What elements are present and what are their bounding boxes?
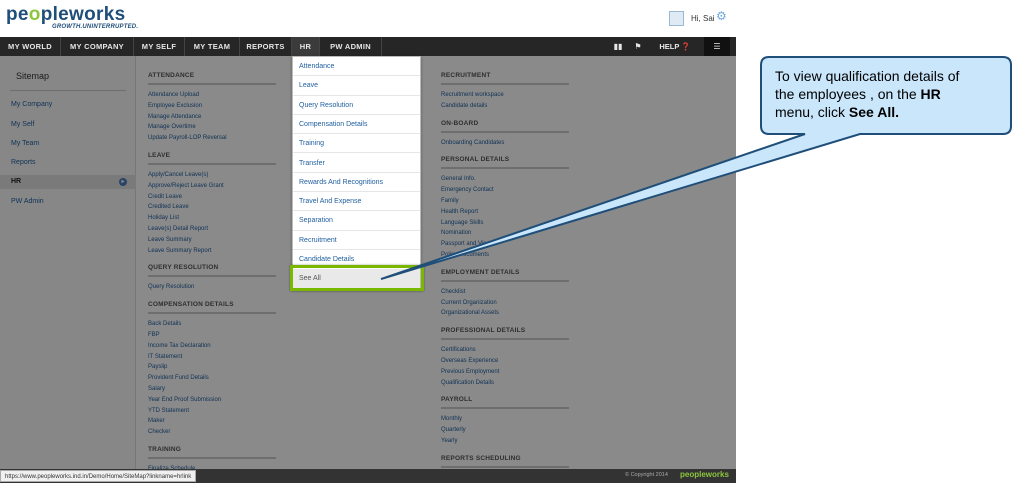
gear-icon[interactable]: ⚙ bbox=[716, 10, 727, 22]
callout-text-part: the employees , on the bbox=[775, 86, 921, 102]
dropdown-item-transfer[interactable]: Transfer bbox=[293, 154, 420, 173]
callout-line: menu, click See All. bbox=[775, 103, 1012, 121]
dropdown-item-separation[interactable]: Separation bbox=[293, 211, 420, 231]
dropdown-item-rewards[interactable]: Rewards And Recognitions bbox=[293, 173, 420, 193]
footer-logo: peopleworks bbox=[680, 470, 729, 479]
nav-hr[interactable]: HR bbox=[292, 37, 320, 56]
callout-line: To view qualification details of bbox=[775, 68, 960, 84]
logo[interactable]: peopleworks GROWTH.UNINTERRUPTED. bbox=[6, 5, 139, 31]
copyright-text: © Copyright 2014 bbox=[625, 472, 668, 478]
help-button[interactable]: HELP ❓ bbox=[650, 37, 700, 56]
nav-reports[interactable]: REPORTS bbox=[240, 37, 292, 56]
help-label: HELP bbox=[659, 42, 680, 51]
menu-toggle-icon[interactable]: ☰ bbox=[704, 37, 730, 56]
logo-part: pleworks bbox=[40, 4, 126, 25]
logo-wordmark: peopleworks bbox=[6, 5, 138, 25]
see-all-highlight bbox=[290, 265, 424, 291]
nav-my-self[interactable]: MY SELF bbox=[134, 37, 185, 56]
main-nav: MY WORLD MY COMPANY MY SELF MY TEAM REPO… bbox=[0, 37, 736, 56]
avatar[interactable] bbox=[669, 11, 684, 26]
flag-icon[interactable]: ⚑ bbox=[628, 37, 648, 56]
stage: peopleworks GROWTH.UNINTERRUPTED. Hi, Sa… bbox=[0, 0, 1012, 483]
dropdown-item-training[interactable]: Training bbox=[293, 134, 420, 154]
logo-part: pe bbox=[6, 4, 29, 25]
help-icon: ❓ bbox=[681, 42, 691, 51]
app-window: peopleworks GROWTH.UNINTERRUPTED. Hi, Sa… bbox=[0, 0, 736, 483]
user-greeting: Hi, Sai bbox=[691, 14, 715, 23]
dropdown-item-attendance[interactable]: Attendance bbox=[293, 57, 420, 77]
hr-dropdown-menu: Attendance Leave Query Resolution Compen… bbox=[292, 56, 421, 289]
nav-my-company[interactable]: MY COMPANY bbox=[61, 37, 134, 56]
book-icon[interactable]: ▮▮ bbox=[608, 37, 628, 56]
dropdown-item-query-resolution[interactable]: Query Resolution bbox=[293, 96, 420, 115]
callout-text-part: menu, click bbox=[775, 104, 849, 120]
dropdown-item-travel[interactable]: Travel And Expense bbox=[293, 192, 420, 212]
dropdown-item-compensation-details[interactable]: Compensation Details bbox=[293, 115, 420, 135]
nav-pw-admin[interactable]: PW ADMIN bbox=[320, 37, 382, 56]
callout-line: the employees , on the HR bbox=[775, 85, 1012, 103]
nav-my-world[interactable]: MY WORLD bbox=[0, 37, 61, 56]
dropdown-item-recruitment[interactable]: Recruitment bbox=[293, 231, 420, 250]
logo-part: o bbox=[28, 4, 41, 25]
logo-tagline: GROWTH.UNINTERRUPTED. bbox=[52, 24, 139, 30]
callout-bold: See All. bbox=[848, 104, 899, 120]
header: peopleworks GROWTH.UNINTERRUPTED. Hi, Sa… bbox=[0, 0, 736, 37]
callout-text: To view qualification details of the emp… bbox=[775, 67, 1012, 121]
dropdown-item-leave[interactable]: Leave bbox=[293, 76, 420, 96]
callout-bold: HR bbox=[920, 86, 941, 102]
nav-my-team[interactable]: MY TEAM bbox=[185, 37, 240, 56]
status-bar-url: https://www.peopleworks.ind.in/Demo/Home… bbox=[0, 470, 197, 482]
